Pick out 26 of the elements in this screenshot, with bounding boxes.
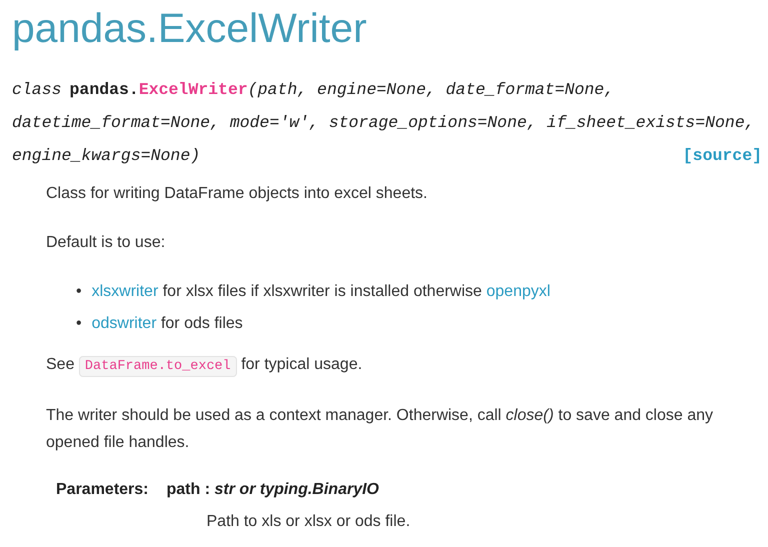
see-text: See (46, 356, 74, 374)
parameter-name: path (166, 481, 200, 498)
code-reference[interactable]: DataFrame.to_excel (78, 356, 237, 378)
default-intro-text: Default is to use: (46, 233, 166, 254)
link[interactable]: openpyxl (486, 283, 550, 300)
signature-module: pandas. (70, 79, 139, 102)
signature-parameters: datetime_format=None, mode='w', storage_options=None, if_sheet_exists=None, (12, 112, 755, 134)
signature-keyword: class (12, 79, 62, 102)
bullet: • (76, 282, 82, 302)
bullet: • (76, 314, 82, 334)
parameter-type: str or typing.BinaryIO (214, 481, 379, 498)
summary-text: Class for writing DataFrame objects into excel sheets. (46, 184, 428, 204)
separator: : (204, 481, 210, 498)
note-text: The writer should be used as a context manager. Otherwise, call close() to save and close any opened file handles. (46, 406, 714, 454)
page-title: pandas.ExcelWriter (12, 6, 368, 52)
link[interactable]: xlsxwriter (92, 283, 158, 300)
link[interactable]: odswriter (92, 315, 157, 332)
signature-parameters: (path, engine=None, date_format=None, (248, 79, 614, 102)
source-link[interactable]: [source] (682, 139, 762, 172)
list-item-text: xlsxwriter for xlsx files if xlsxwriter is installed otherwise openpyxl (92, 282, 550, 302)
usage-text: for typical usage. (241, 356, 362, 374)
parameter-description: Path to xls or xlsx or ods file. (206, 512, 412, 532)
signature-parameters: engine_kwargs=None) (12, 145, 200, 168)
signature-class-name: ExcelWriter (138, 79, 248, 102)
parameters-label: Parameters: (56, 480, 148, 500)
list-item-text: odswriter for ods files (92, 314, 243, 334)
